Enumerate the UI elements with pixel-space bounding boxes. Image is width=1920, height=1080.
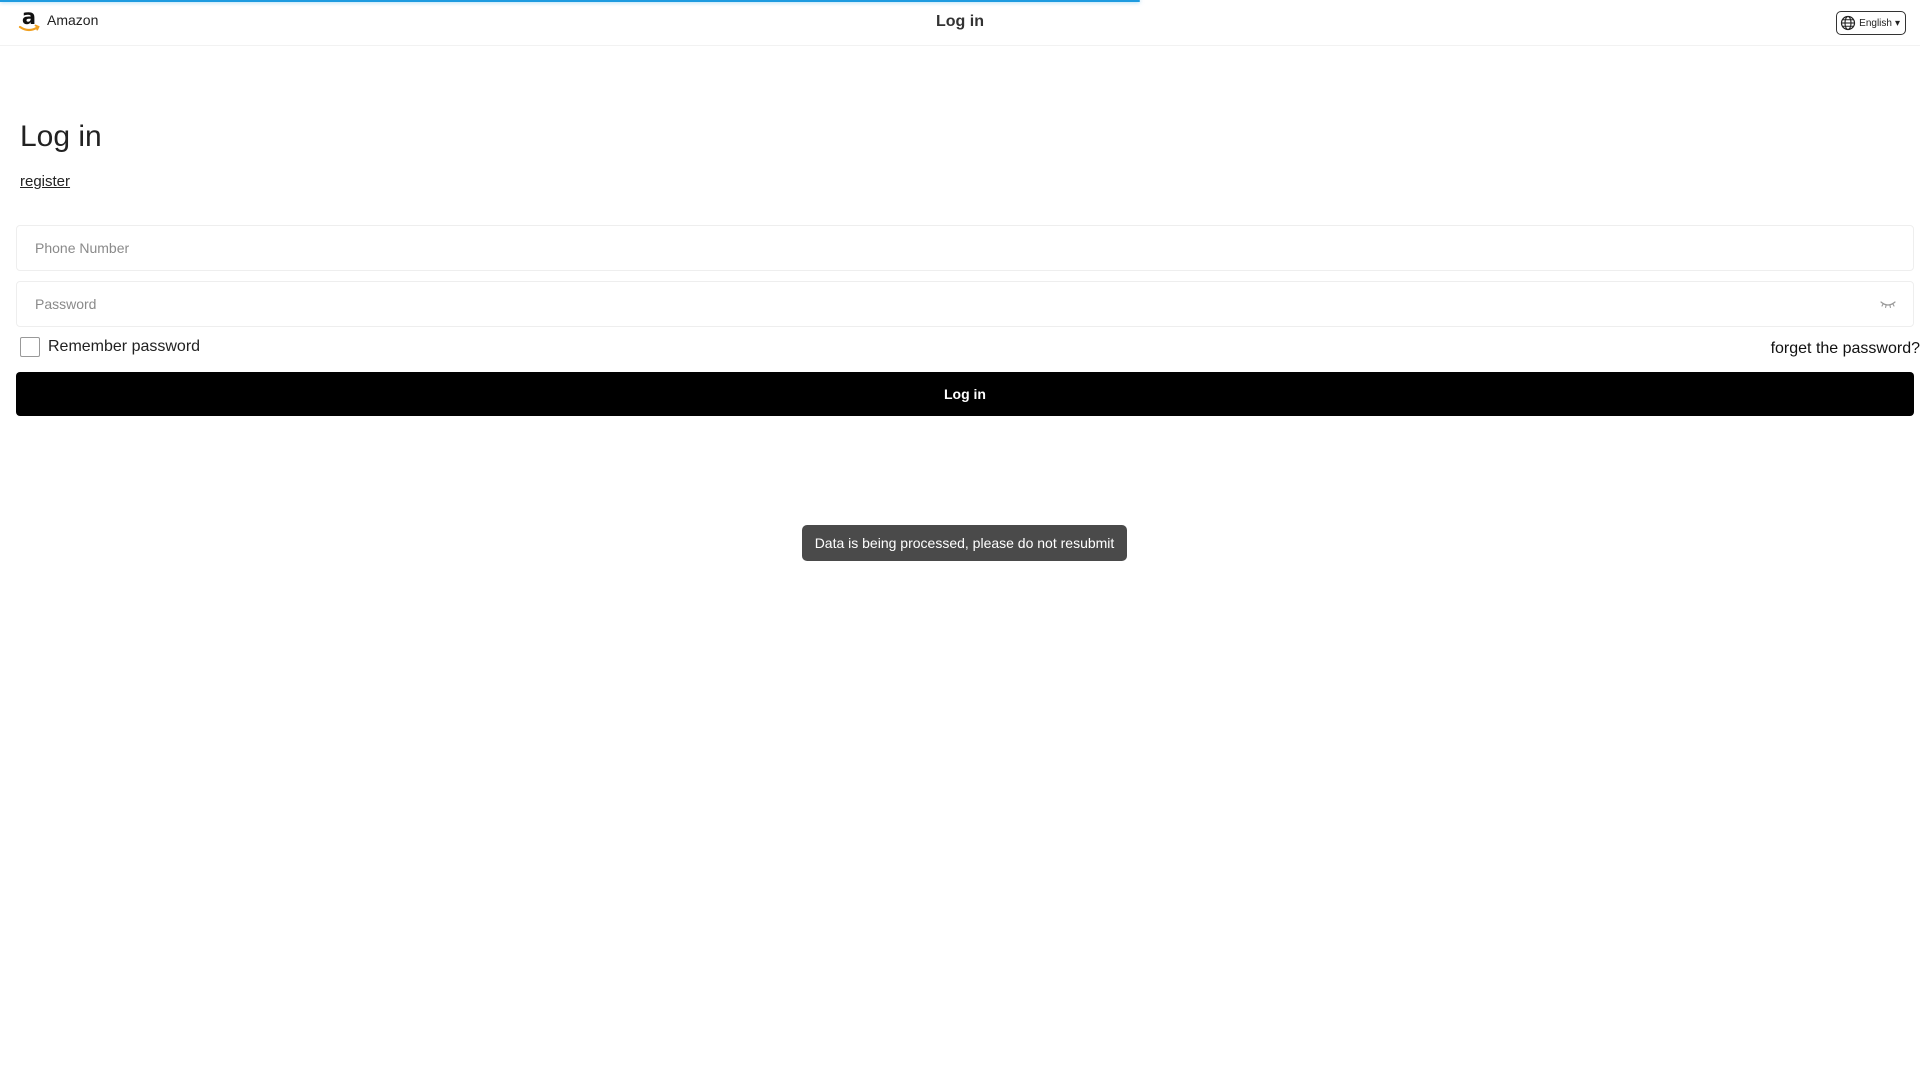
forgot-password-link[interactable]: forget the password? — [1771, 340, 1920, 358]
processing-toast: Data is being processed, please do not r… — [802, 525, 1127, 561]
chevron-down-icon: ▾ — [1894, 17, 1900, 29]
remember-password-row[interactable]: Remember password — [20, 337, 200, 357]
password-field — [16, 281, 1914, 327]
language-selector[interactable]: English ▾ — [1836, 11, 1906, 35]
password-input[interactable] — [33, 282, 1853, 326]
eye-closed-icon[interactable] — [1879, 297, 1897, 311]
globe-icon — [1841, 15, 1856, 31]
register-link[interactable]: register — [20, 173, 70, 190]
login-button[interactable]: Log in — [16, 372, 1914, 416]
phone-field — [16, 225, 1914, 271]
phone-number-input[interactable] — [33, 226, 1853, 270]
remember-password-label: Remember password — [48, 338, 201, 355]
remember-password-checkbox[interactable] — [20, 337, 40, 357]
top-header: a Amazon Log in English ▾ — [0, 0, 1920, 46]
language-label: English — [1859, 17, 1892, 29]
page-title: Log in — [20, 120, 102, 153]
header-title: Log in — [936, 13, 984, 30]
